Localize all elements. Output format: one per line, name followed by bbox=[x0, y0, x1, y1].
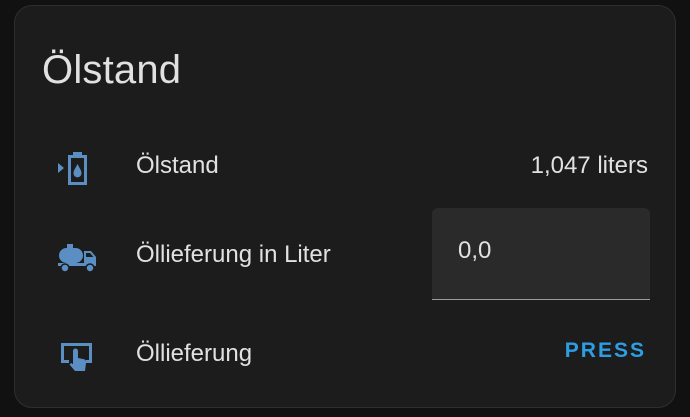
oil-delivery-liters-input[interactable] bbox=[432, 208, 650, 299]
card-title: Ölstand bbox=[42, 48, 182, 92]
oil-delivery-liters-field bbox=[432, 208, 650, 300]
tanker-truck-icon bbox=[55, 236, 99, 276]
oil-level-label: Ölstand bbox=[136, 152, 219, 179]
entity-row-oil-delivery: Öllieferung PRESS bbox=[15, 319, 675, 389]
gesture-tap-button-icon bbox=[55, 337, 99, 377]
oil-level-value: 1,047 liters bbox=[530, 152, 648, 179]
entities-card: Ölstand Ölstand 1,047 liters Öllieferung… bbox=[14, 5, 676, 408]
press-button[interactable]: PRESS bbox=[563, 333, 648, 369]
oil-delivery-liters-label: Öllieferung in Liter bbox=[136, 241, 331, 268]
entity-row-oil-level[interactable]: Ölstand 1,047 liters bbox=[15, 131, 675, 201]
oil-tank-icon bbox=[55, 149, 99, 189]
oil-delivery-label: Öllieferung bbox=[136, 340, 253, 367]
entity-row-oil-delivery-liters: Öllieferung in Liter bbox=[15, 208, 675, 300]
